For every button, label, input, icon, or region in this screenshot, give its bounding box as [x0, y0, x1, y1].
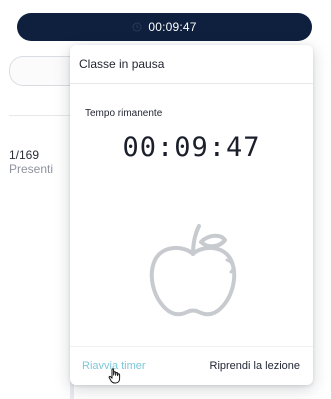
remaining-time-value: 00:09:47 — [122, 132, 261, 163]
modal-title: Classe in pausa — [79, 57, 165, 71]
resume-lesson-button[interactable]: Riprendi la lezione — [210, 360, 301, 372]
modal-header: Classe in pausa — [70, 45, 313, 84]
pause-modal: Classe in pausa Tempo rimanente 00:09:47… — [70, 45, 313, 385]
remaining-time-label: Tempo rimanente — [85, 108, 163, 119]
session-timer-text: 00:09:47 — [148, 20, 197, 34]
apple-icon — [149, 224, 237, 317]
modal-body: Tempo rimanente 00:09:47 — [70, 84, 313, 325]
modal-footer: Riavvia timer Riprendi la lezione — [70, 346, 313, 385]
session-timer-pill[interactable]: 00:09:47 — [17, 13, 312, 41]
attendance-label: Presenti — [9, 162, 54, 176]
divider — [9, 115, 71, 116]
clock-icon — [132, 22, 142, 32]
attendance-count: 1/169 — [9, 148, 40, 162]
hand-cursor-icon — [108, 368, 121, 384]
